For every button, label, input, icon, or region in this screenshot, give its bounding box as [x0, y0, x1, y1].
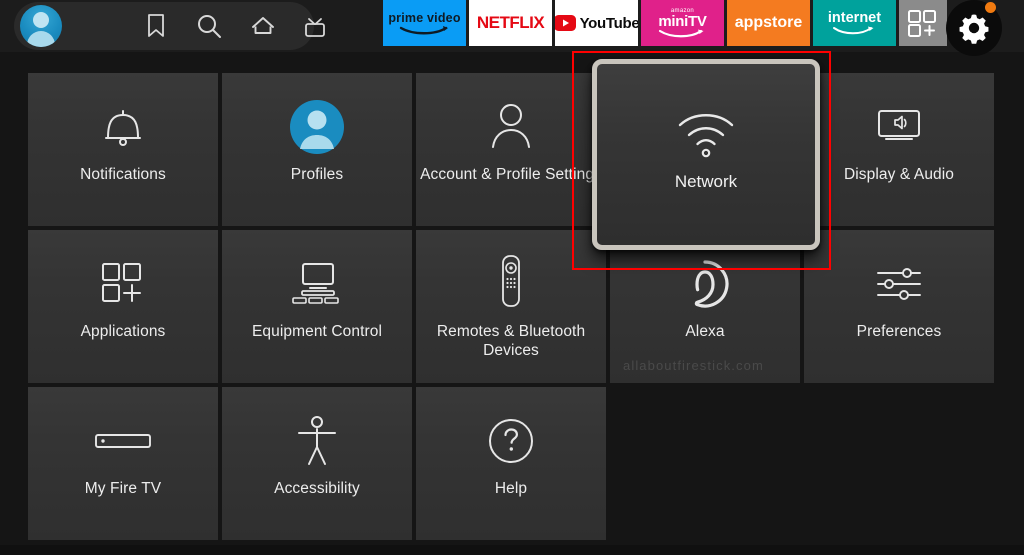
- top-navigation-bar: prime video NETFLIX YouTube amazon miniT…: [0, 0, 1024, 56]
- tile-label: Notifications: [80, 166, 166, 183]
- tile-label: My Fire TV: [84, 480, 162, 497]
- settings-gear-icon[interactable]: [946, 0, 1002, 56]
- remote-control-icon: [416, 255, 606, 312]
- settings-tile-remotes-bluetooth-devices[interactable]: Remotes & Bluetooth Devices: [416, 230, 606, 383]
- netflix-label: NETFLIX: [476, 13, 545, 32]
- person-outline-icon: [416, 99, 606, 155]
- app-squares-plus-icon: [28, 256, 218, 312]
- app-library-icon[interactable]: [899, 0, 947, 46]
- profile-avatar-icon: [222, 99, 412, 155]
- internet-label: internet: [827, 10, 882, 26]
- tile-label: Alexa: [685, 323, 725, 340]
- settings-tile-display-audio[interactable]: Display & Audio: [804, 73, 994, 226]
- tile-label: Preferences: [856, 323, 942, 340]
- settings-tile-preferences[interactable]: Preferences: [804, 230, 994, 383]
- monitor-devices-icon: [222, 256, 412, 312]
- gear-glyph-icon: [959, 14, 989, 44]
- fire-tv-settings-screen: prime video NETFLIX YouTube amazon miniT…: [0, 0, 1024, 555]
- search-icon[interactable]: [186, 0, 232, 52]
- settings-tile-profiles[interactable]: Profiles: [222, 73, 412, 226]
- tile-label: Remotes & Bluetooth Devices: [436, 323, 586, 359]
- youtube-label: YouTube: [579, 14, 638, 32]
- tv-speaker-icon: [804, 99, 994, 155]
- accessibility-person-icon: [222, 413, 412, 469]
- amazon-smile-icon: [399, 25, 448, 34]
- alexa-ring-icon: [610, 256, 800, 312]
- avatar-head: [33, 12, 49, 28]
- settings-tile-my-fire-tv[interactable]: My Fire TV: [28, 387, 218, 540]
- avatar-body: [27, 31, 55, 47]
- app-tile-appstore[interactable]: appstore: [727, 0, 810, 46]
- settings-tile-account-profile-settings[interactable]: Account & Profile Settings: [416, 73, 606, 226]
- app-tile-youtube[interactable]: YouTube: [555, 0, 638, 46]
- amazon-smile-icon: [659, 29, 704, 37]
- tile-label: Profiles: [290, 166, 344, 183]
- firestick-device-icon: [28, 413, 218, 469]
- bookmark-icon[interactable]: [133, 0, 179, 52]
- youtube-play-icon: [555, 15, 576, 31]
- live-tv-icon[interactable]: [292, 0, 338, 52]
- sliders-icon: [804, 256, 994, 312]
- tile-label: Accessibility: [274, 480, 360, 497]
- prime-video-label: prime video: [388, 10, 461, 25]
- profile-avatar[interactable]: [20, 5, 62, 47]
- tile-label: Display & Audio: [843, 166, 955, 183]
- settings-tile-applications[interactable]: Applications: [28, 230, 218, 383]
- app-tile-prime-video[interactable]: prime video: [383, 0, 466, 46]
- app-tile-internet[interactable]: internet: [813, 0, 896, 46]
- app-tile-amazon-minitv[interactable]: amazon miniTV: [641, 0, 724, 46]
- settings-tile-network-selected[interactable]: Network: [592, 59, 820, 250]
- settings-tile-help[interactable]: Help: [416, 387, 606, 540]
- question-mark-circle-icon: [416, 413, 606, 469]
- tile-label: Account & Profile Settings: [420, 166, 602, 183]
- tile-label: Help: [494, 480, 528, 497]
- minitv-label: miniTV: [658, 12, 707, 30]
- tile-label: Equipment Control: [251, 323, 383, 340]
- settings-tile-notifications[interactable]: Notifications: [28, 73, 218, 226]
- bottom-bar: [0, 545, 1024, 555]
- settings-notification-badge: [985, 2, 996, 13]
- tile-label: Applications: [80, 323, 166, 340]
- watermark-text: allaboutfirestick.com: [623, 358, 764, 373]
- tile-label: Network: [674, 172, 738, 191]
- amazon-smile-icon: [833, 26, 874, 35]
- settings-tile-accessibility[interactable]: Accessibility: [222, 387, 412, 540]
- app-tile-netflix[interactable]: NETFLIX: [469, 0, 552, 46]
- home-icon[interactable]: [240, 0, 286, 52]
- wifi-icon: [597, 104, 815, 164]
- appstore-label: appstore: [734, 14, 803, 31]
- settings-tile-equipment-control[interactable]: Equipment Control: [222, 230, 412, 383]
- bell-icon: [28, 99, 218, 155]
